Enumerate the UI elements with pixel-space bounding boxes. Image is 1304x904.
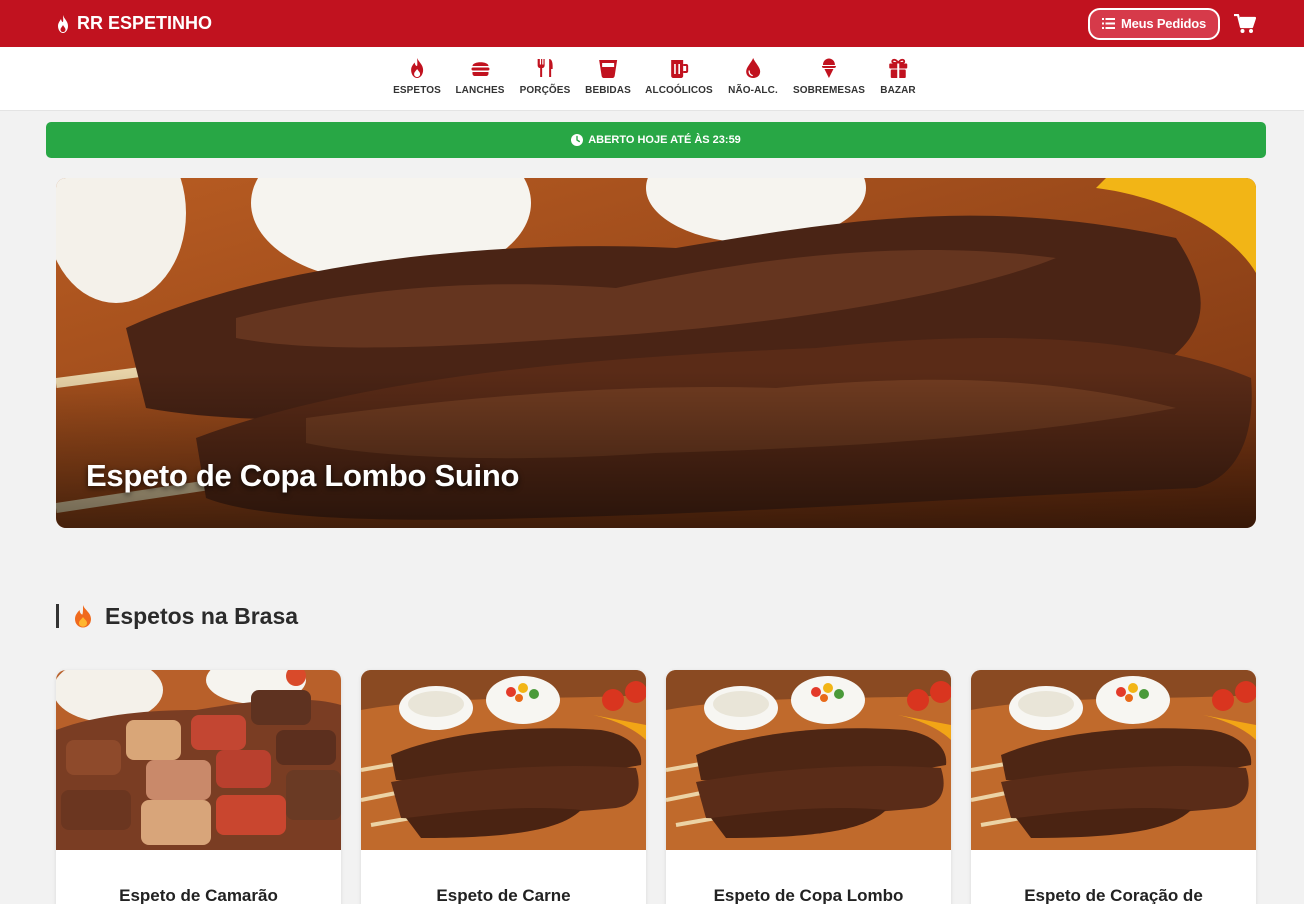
category-label: BEBIDAS — [585, 85, 631, 96]
category-sobremesas[interactable]: SOBREMESAS — [793, 57, 865, 96]
featured-product-title: Espeto de Copa Lombo Suino — [86, 458, 520, 493]
droplet-icon — [746, 58, 760, 78]
product-card[interactable]: Espeto de Camarão — [56, 670, 341, 904]
category-label: PORÇÕES — [519, 85, 571, 96]
clock-icon — [571, 134, 584, 146]
section-header: Espetos na Brasa — [56, 600, 298, 632]
product-image — [361, 670, 646, 850]
category-bebidas[interactable]: BEBIDAS — [585, 57, 631, 96]
product-card[interactable]: Espeto de Copa Lombo — [666, 670, 951, 904]
category-nao-alcoolicos[interactable]: NÃO-ALC. — [728, 57, 778, 96]
category-lanches[interactable]: LANCHES — [455, 57, 504, 96]
cup-icon — [599, 60, 617, 78]
product-image — [56, 670, 341, 850]
category-alcoolicos[interactable]: ALCOÓLICOS — [645, 57, 713, 96]
burger-icon — [470, 62, 489, 76]
my-orders-label: Meus Pedidos — [1120, 16, 1206, 31]
list-icon — [1101, 18, 1115, 29]
category-porcoes[interactable]: PORÇÕES — [520, 57, 571, 96]
category-label: NÃO-ALC. — [728, 85, 778, 96]
top-header: RR ESPETINHO Meus Pedidos — [0, 0, 1304, 47]
ice-cream-icon — [822, 58, 836, 78]
category-nav: ESPETOS LANCHES PORÇÕES BEBIDAS ALCOÓLIC… — [0, 47, 1304, 111]
my-orders-button[interactable]: Meus Pedidos — [1087, 7, 1220, 40]
section-divider — [56, 604, 59, 628]
section-title: Espetos na Brasa — [105, 602, 299, 629]
fire-icon — [58, 14, 68, 33]
product-name: Espeto de Camarão — [119, 886, 278, 904]
beer-mug-icon — [670, 60, 688, 78]
category-label: ESPETOS — [393, 85, 441, 96]
category-label: ALCOÓLICOS — [645, 85, 713, 96]
fire-emoji-icon — [75, 605, 91, 628]
category-bazar[interactable]: BAZAR — [880, 57, 916, 96]
product-name: Espeto de Copa Lombo — [713, 886, 904, 904]
fire-icon — [410, 58, 423, 78]
header-actions: Meus Pedidos — [1087, 7, 1256, 40]
product-image — [666, 670, 951, 850]
cart-icon[interactable] — [1234, 13, 1256, 34]
category-label: BAZAR — [880, 85, 916, 96]
category-label: SOBREMESAS — [792, 85, 866, 96]
product-card[interactable]: Espeto de Coração de — [971, 670, 1256, 904]
opening-hours-banner: ABERTO HOJE ATÉ ÀS 23:59 — [46, 122, 1266, 158]
category-espetos[interactable]: ESPETOS — [393, 57, 441, 96]
category-label: LANCHES — [455, 85, 505, 96]
brand-name: RR ESPETINHO — [77, 13, 213, 33]
brand-logo-link[interactable]: RR ESPETINHO — [55, 13, 212, 34]
utensils-icon — [538, 59, 553, 77]
product-card[interactable]: Espeto de Carne — [361, 670, 646, 904]
opening-hours-text: ABERTO HOJE ATÉ ÀS 23:59 — [588, 134, 741, 146]
gift-icon — [889, 58, 907, 78]
featured-product-banner[interactable]: Espeto de Copa Lombo Suino — [56, 178, 1256, 528]
product-name: Espeto de Coração de — [1024, 886, 1203, 904]
product-name: Espeto de Carne — [436, 886, 571, 904]
product-image — [971, 670, 1256, 850]
